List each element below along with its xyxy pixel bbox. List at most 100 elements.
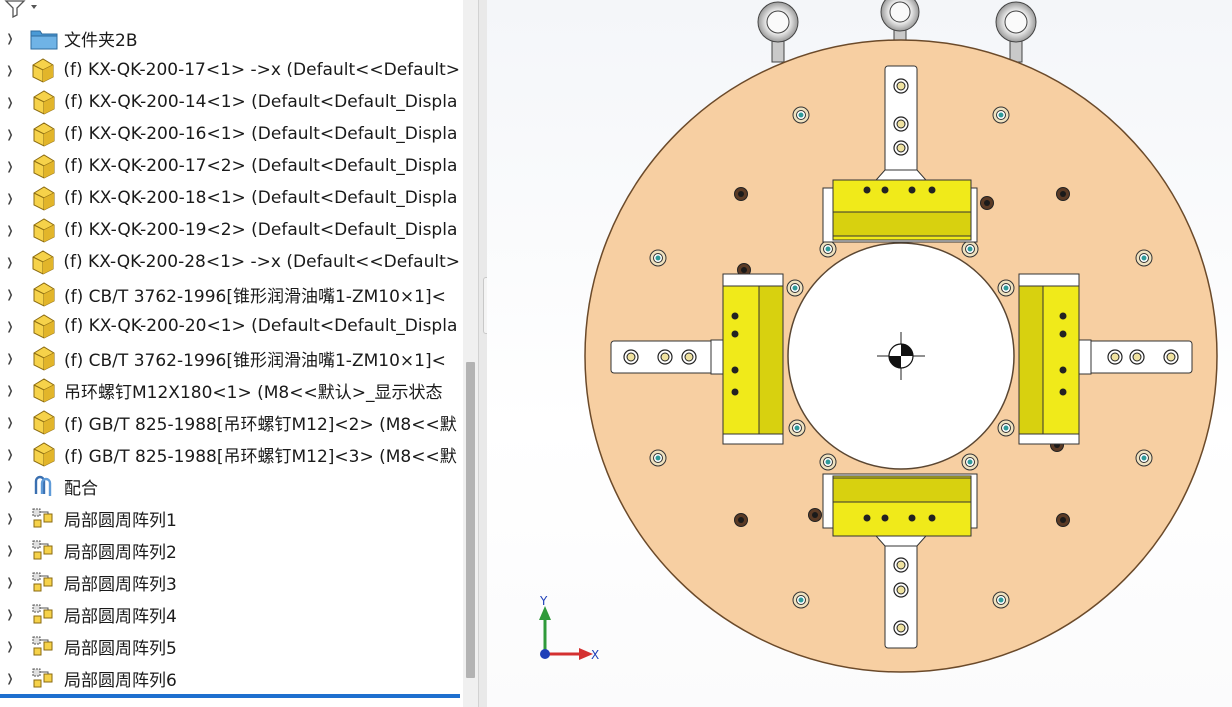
- tree-item[interactable]: ❯ (f) CB/T 3762-1996[锥形润滑油嘴1-ZM10×1]<: [0, 342, 460, 374]
- part-icon: [29, 249, 57, 275]
- bolt-hole: [992, 591, 1010, 609]
- jaw-screw: [928, 186, 936, 194]
- expand-arrow-icon[interactable]: ❯: [6, 416, 14, 429]
- expand-arrow-icon[interactable]: ❯: [6, 288, 14, 301]
- folder-icon: [30, 25, 58, 51]
- expand-arrow-icon[interactable]: ❯: [6, 256, 14, 269]
- tree-item[interactable]: ❯ (f) KX-QK-200-28<1> ->x (Default<<Defau…: [0, 246, 460, 278]
- part-icon: [29, 57, 57, 83]
- panel-divider[interactable]: [478, 0, 487, 707]
- tree-item-label: (f) CB/T 3762-1996[锥形润滑油嘴1-ZM10×1]<: [64, 286, 446, 307]
- rail-bolt: [893, 620, 909, 636]
- tree-item-label: 文件夹2B: [64, 30, 138, 51]
- expand-arrow-icon[interactable]: ❯: [6, 128, 14, 141]
- expand-arrow-icon[interactable]: ❯: [6, 320, 14, 333]
- bottom-jaw[interactable]: [822, 473, 978, 547]
- expand-arrow-icon[interactable]: ❯: [6, 384, 14, 397]
- expand-arrow-icon[interactable]: ❯: [6, 576, 14, 589]
- rail-bolt: [1129, 349, 1145, 365]
- bolt-hole: [1135, 449, 1153, 467]
- y-axis-label: Y: [539, 594, 548, 608]
- top-jaw[interactable]: [822, 169, 978, 243]
- circular-pattern-icon: [30, 569, 58, 595]
- bolt-hole: [980, 196, 994, 210]
- tree-item[interactable]: ❯ (f) KX-QK-200-17<1> ->x (Default<<Defau…: [0, 54, 460, 86]
- tree-item[interactable]: ❯ 局部圆周阵列5: [0, 630, 460, 662]
- tree-item-label: 局部圆周阵列2: [64, 542, 177, 563]
- bolt-hole: [792, 106, 810, 124]
- bolt-hole: [819, 240, 837, 258]
- tree-item-label: (f) KX-QK-200-17<2> (Default<Default_Dis…: [64, 156, 458, 176]
- tree-item-label: (f) CB/T 3762-1996[锥形润滑油嘴1-ZM10×1]<: [64, 350, 446, 371]
- jaw-screw: [863, 514, 871, 522]
- tree-item[interactable]: ❯ 局部圆周阵列4: [0, 598, 460, 630]
- expand-arrow-icon[interactable]: ❯: [6, 544, 14, 557]
- graphics-area[interactable]: Y X: [487, 0, 1232, 707]
- jaw-screw: [731, 330, 739, 338]
- tree-item-label: 局部圆周阵列1: [64, 510, 177, 531]
- part-icon: [30, 441, 58, 467]
- jaw-screw: [863, 186, 871, 194]
- selection-underline: [0, 694, 460, 698]
- tree-item[interactable]: ❯ (f) KX-QK-200-18<1> (Default<Default_Di…: [0, 182, 460, 214]
- circular-pattern-icon: [30, 505, 58, 531]
- expand-arrow-icon[interactable]: ❯: [6, 608, 14, 621]
- jaw-screw: [731, 366, 739, 374]
- tree-item[interactable]: ❯ (f) GB/T 825-1988[吊环螺钉M12]<3> (M8<<默: [0, 438, 460, 470]
- rail-bolt: [893, 582, 909, 598]
- expand-arrow-icon[interactable]: ❯: [6, 448, 14, 461]
- tree-item[interactable]: ❯ (f) GB/T 825-1988[吊环螺钉M12]<2> (M8<<默: [0, 406, 460, 438]
- tree-item[interactable]: ❯ 配合: [0, 470, 460, 502]
- tree-item[interactable]: ❯ (f) KX-QK-200-17<2> (Default<Default_Di…: [0, 150, 460, 182]
- bolt-hole: [1056, 187, 1070, 201]
- expand-arrow-icon[interactable]: ❯: [6, 512, 14, 525]
- rail-bolt: [623, 349, 639, 365]
- expand-arrow-icon[interactable]: ❯: [6, 96, 14, 109]
- bolt-hole: [819, 453, 837, 471]
- expand-arrow-icon[interactable]: ❯: [6, 640, 14, 653]
- rail-bolt: [893, 140, 909, 156]
- tree-item[interactable]: ❯ 局部圆周阵列3: [0, 566, 460, 598]
- part-icon: [30, 153, 58, 179]
- jaw-screw: [1059, 388, 1067, 396]
- part-icon: [30, 377, 58, 403]
- expand-arrow-icon[interactable]: ❯: [6, 480, 14, 493]
- tree-item[interactable]: ❯ 局部圆周阵列6: [0, 662, 460, 694]
- jaw-screw: [1059, 330, 1067, 338]
- tree-item[interactable]: ❯ 文件夹2B: [0, 22, 460, 54]
- bolt-hole: [961, 453, 979, 471]
- bolt-hole: [997, 419, 1015, 437]
- tree-item[interactable]: ❯ (f) KX-QK-200-14<1> (Default<Default_Di…: [0, 86, 460, 118]
- bolt-hole: [649, 449, 667, 467]
- expand-arrow-icon[interactable]: ❯: [6, 160, 14, 173]
- expand-arrow-icon[interactable]: ❯: [6, 192, 14, 205]
- bolt-hole: [808, 508, 822, 522]
- part-icon: [30, 89, 58, 115]
- part-icon: [30, 185, 58, 211]
- filter-icon[interactable]: [4, 0, 40, 18]
- expand-arrow-icon[interactable]: ❯: [6, 672, 14, 685]
- expand-arrow-icon[interactable]: ❯: [6, 32, 14, 45]
- tree-item[interactable]: ❯ (f) KX-QK-200-20<1> (Default<Default_Di…: [0, 310, 460, 342]
- tree-scrollbar[interactable]: [463, 0, 478, 707]
- mates-icon: [30, 473, 58, 499]
- tree-item-label: 局部圆周阵列4: [64, 606, 177, 627]
- scrollbar-thumb[interactable]: [466, 362, 475, 678]
- expand-arrow-icon[interactable]: ❯: [6, 224, 14, 237]
- tree-item[interactable]: ❯ 吊环螺钉M12X180<1> (M8<<默认>_显示状态: [0, 374, 460, 406]
- expand-arrow-icon[interactable]: ❯: [6, 64, 14, 77]
- tree-item[interactable]: ❯ (f) KX-QK-200-16<1> (Default<Default_Di…: [0, 118, 460, 150]
- tree-item-label: (f) KX-QK-200-16<1> (Default<Default_Dis…: [64, 124, 458, 144]
- expand-arrow-icon[interactable]: ❯: [6, 352, 14, 365]
- bolt-hole: [786, 279, 804, 297]
- bolt-hole: [649, 249, 667, 267]
- bolt-hole: [734, 187, 748, 201]
- jaw-screw: [1059, 366, 1067, 374]
- tree-item[interactable]: ❯ (f) CB/T 3762-1996[锥形润滑油嘴1-ZM10×1]<: [0, 278, 460, 310]
- filter-bar[interactable]: [0, 0, 478, 18]
- tree-item[interactable]: ❯ (f) KX-QK-200-19<2> (Default<Default_Di…: [0, 214, 460, 246]
- tree-item[interactable]: ❯ 局部圆周阵列2: [0, 534, 460, 566]
- rail-bolt: [1107, 349, 1123, 365]
- tree-item[interactable]: ❯ 局部圆周阵列1: [0, 502, 460, 534]
- jaw-screw: [881, 186, 889, 194]
